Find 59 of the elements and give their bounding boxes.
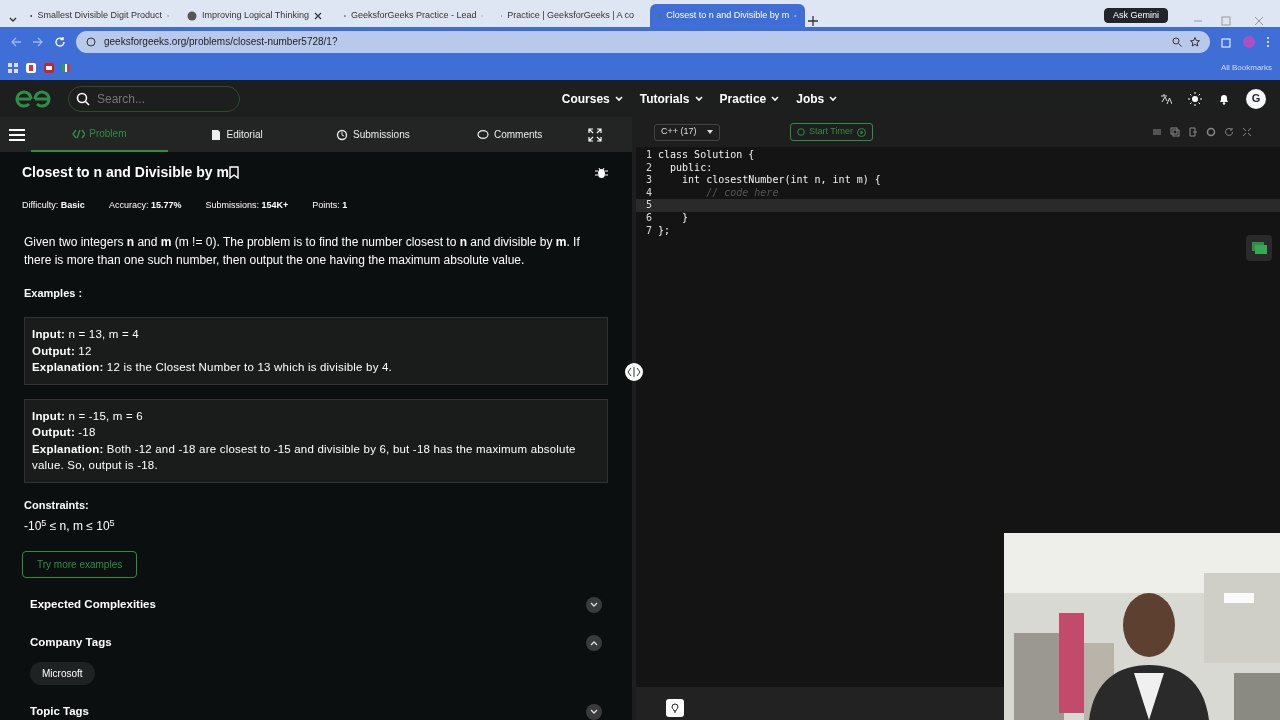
problem-stat: Points: 1 <box>312 199 348 212</box>
address-bar[interactable]: geeksforgeeks.org/problems/closest-number5728/1? <box>76 30 1210 53</box>
line-number: 5 <box>644 199 653 212</box>
line-number: 2 <box>644 161 653 175</box>
line-number: 3 <box>644 174 653 187</box>
example-line: Output: 12 <box>32 343 93 359</box>
code-line: 2 public: <box>636 161 1280 175</box>
section-title[interactable]: Topic Tags <box>30 703 89 720</box>
section-title[interactable]: Company Tags <box>30 634 112 652</box>
nav-menu[interactable]: Jobs <box>796 89 839 108</box>
problem-tab[interactable]: Problem <box>31 117 168 152</box>
search-field[interactable]: Search... <box>68 85 240 112</box>
company-tag[interactable]: Microsoft <box>30 662 95 685</box>
start-timer-button[interactable]: Start Timer <box>790 123 873 141</box>
ask-gemini-button[interactable]: Ask Gemini <box>1104 7 1168 23</box>
url-text: geeksforgeeks.org/problems/closest-number5728/1? <box>104 35 339 49</box>
line-number: 7 <box>644 224 653 238</box>
examples-heading: Examples : <box>24 285 84 301</box>
browser-tab[interactable]: Practice | GeeksforGeeks | A co <box>493 4 648 27</box>
problem-stat: Difficulty: Basic <box>22 199 85 212</box>
example-line: Input: n = -15, m = 6 <box>32 408 144 424</box>
browser-tab[interactable]: GeeksforGeeks Practice - Lead <box>336 4 491 27</box>
code-line: 4 // code here <box>636 186 1280 200</box>
nav-menu[interactable]: Courses <box>561 89 624 108</box>
tab-title: Closest to n and Divisible by m <box>666 8 790 22</box>
code-line: 3 int closestNumber(int n, int m) { <box>636 174 1280 187</box>
tab-title: GeeksforGeeks Practice - Lead <box>350 8 477 22</box>
nav-menu[interactable]: Tutorials <box>639 89 704 108</box>
code-line: 7 }; <box>636 224 1280 238</box>
example-line: Input: n = 13, m = 4 <box>32 327 140 342</box>
example-line: Explanation: 12 is the Closest Number to 13 which is divisible by 4. <box>32 360 393 375</box>
constraint-text: -10$^{5}$ ≤ n, m ≤ 10$^{5}$ <box>24 517 116 535</box>
tab-title: Smallest Divisible Digit Product <box>37 8 162 22</box>
code-line: 1 class Solution { <box>636 149 1280 162</box>
problem-title: Closest to n and Divisible by m <box>22 163 229 182</box>
browser-tab[interactable]: Closest to n and Divisible by m <box>650 4 805 27</box>
browser-tab[interactable]: Improving Logical Thinking <box>179 4 334 27</box>
nav-menu[interactable]: Practice <box>719 89 781 108</box>
avatar[interactable]: G <box>1246 88 1266 109</box>
section-title[interactable]: Expected Complexities <box>30 596 156 614</box>
line-number: 4 <box>644 186 653 200</box>
all-bookmarks-link[interactable]: All Bookmarks <box>1220 62 1272 74</box>
problem-stat: Accuracy: 15.77% <box>108 199 182 212</box>
problem-statement: Given two integers n and m (m != 0). The problem is to find the number closest to n and divisible by m. If there is more than one such number, then output the one having the maximum absolute value. <box>24 233 581 269</box>
example-line: Explanation: Both -12 and -18 are closest to -15 and divisible by 6, but -18 has the maximum absolute value. So, output is -18. <box>32 441 577 473</box>
line-number: 1 <box>644 149 653 162</box>
problem-tab[interactable]: Editorial <box>167 117 305 152</box>
constraints-heading: Constraints: <box>24 497 90 513</box>
example-line: Output: -18 <box>32 425 97 440</box>
problem-tab[interactable]: Comments <box>441 117 578 152</box>
problem-tab[interactable]: Submissions <box>304 117 442 152</box>
tab-title: Improving Logical Thinking <box>202 8 309 22</box>
browser-tab[interactable]: Smallest Divisible Digit Product <box>22 4 177 27</box>
problem-stat: Submissions: 154K+ <box>205 199 289 212</box>
line-number: 6 <box>644 211 653 225</box>
try-more-examples-button[interactable]: Try more examples <box>22 551 138 578</box>
code-line: 6 } <box>636 211 1280 225</box>
language-dropdown[interactable]: C++ (17) <box>654 123 720 141</box>
tab-title: Practice | GeeksforGeeks | A co <box>507 8 634 22</box>
